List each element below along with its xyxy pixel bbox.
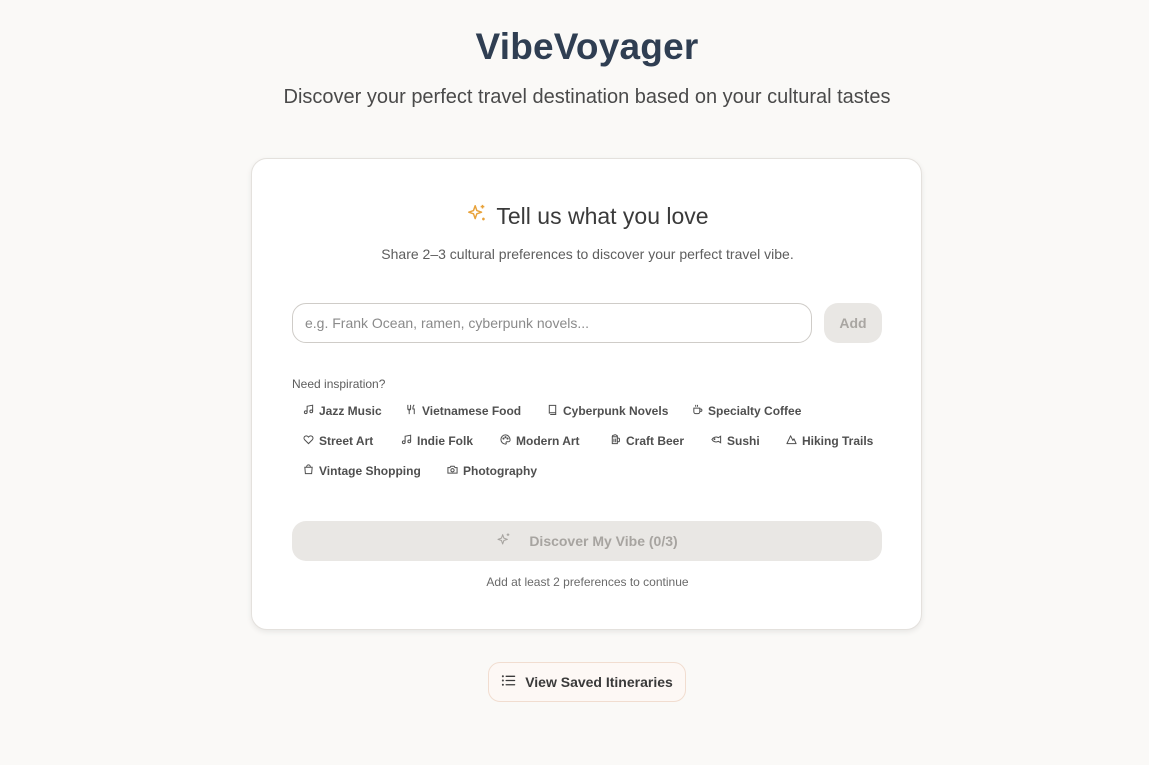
chip-label: Sushi xyxy=(727,434,760,448)
inspiration-label: Need inspiration? xyxy=(292,377,386,391)
sparkles-icon xyxy=(466,203,488,230)
chip-jazz-music[interactable]: Jazz Music xyxy=(303,402,382,420)
chip-label: Vintage Shopping xyxy=(319,464,421,478)
beer-icon xyxy=(610,434,621,448)
chip-specialty-coffee[interactable]: Specialty Coffee xyxy=(692,402,801,420)
add-button[interactable]: Add xyxy=(824,303,882,343)
discover-my-vibe-button[interactable]: Discover My Vibe (0/3) xyxy=(292,521,882,561)
card-description: Share 2–3 cultural preferences to discov… xyxy=(381,246,794,262)
page: VibeVoyager Discover your perfect travel… xyxy=(0,0,1149,765)
fish-icon xyxy=(711,434,722,448)
chip-sushi[interactable]: Sushi xyxy=(711,432,760,450)
music-note-icon xyxy=(303,404,314,418)
chip-label: Cyberpunk Novels xyxy=(563,404,669,418)
book-icon xyxy=(547,404,558,418)
app-title: VibeVoyager xyxy=(475,26,699,67)
preference-input-row: Add xyxy=(292,303,882,343)
chip-label: Specialty Coffee xyxy=(708,404,802,418)
card-title: Tell us what you love xyxy=(496,203,709,229)
saved-button-label: View Saved Itineraries xyxy=(525,674,673,690)
palette-icon xyxy=(500,434,511,448)
app-subtitle: Discover your perfect travel destination… xyxy=(283,86,891,108)
chip-indie-folk[interactable]: Indie Folk xyxy=(401,432,473,450)
chip-label: Photography xyxy=(463,464,537,478)
sparkles-icon xyxy=(496,532,512,551)
discover-button-label: Discover My Vibe (0/3) xyxy=(529,533,678,549)
chip-vietnamese-food[interactable]: Vietnamese Food xyxy=(406,402,521,420)
chip-label: Modern Art xyxy=(516,434,580,448)
camera-icon xyxy=(447,464,458,478)
chip-hiking-trails[interactable]: Hiking Trails xyxy=(786,432,873,450)
chip-label: Vietnamese Food xyxy=(422,404,522,418)
view-saved-itineraries-button[interactable]: View Saved Itineraries xyxy=(488,662,686,702)
preferences-card: Tell us what you love Share 2–3 cultural… xyxy=(251,158,922,630)
chip-label: Craft Beer xyxy=(626,434,685,448)
preferences-hint: Add at least 2 preferences to continue xyxy=(486,575,689,589)
preference-input[interactable] xyxy=(292,303,812,343)
chip-modern-art[interactable]: Modern Art xyxy=(500,432,580,450)
chip-label: Hiking Trails xyxy=(802,434,874,448)
chip-vintage-shopping[interactable]: Vintage Shopping xyxy=(303,462,421,480)
card-header: Tell us what you love xyxy=(252,203,923,230)
chip-label: Indie Folk xyxy=(417,434,474,448)
chip-street-art[interactable]: Street Art xyxy=(303,432,373,450)
chip-label: Jazz Music xyxy=(319,404,382,418)
chip-label: Street Art xyxy=(319,434,374,448)
music-note-icon xyxy=(401,434,412,448)
heart-icon xyxy=(303,434,314,448)
chip-cyberpunk-novels[interactable]: Cyberpunk Novels xyxy=(547,402,668,420)
shopping-bag-icon xyxy=(303,464,314,478)
list-icon xyxy=(501,673,516,691)
coffee-icon xyxy=(692,404,703,418)
mountain-icon xyxy=(786,434,797,448)
utensils-icon xyxy=(406,404,417,418)
chip-photography[interactable]: Photography xyxy=(447,462,537,480)
chip-craft-beer[interactable]: Craft Beer xyxy=(610,432,684,450)
